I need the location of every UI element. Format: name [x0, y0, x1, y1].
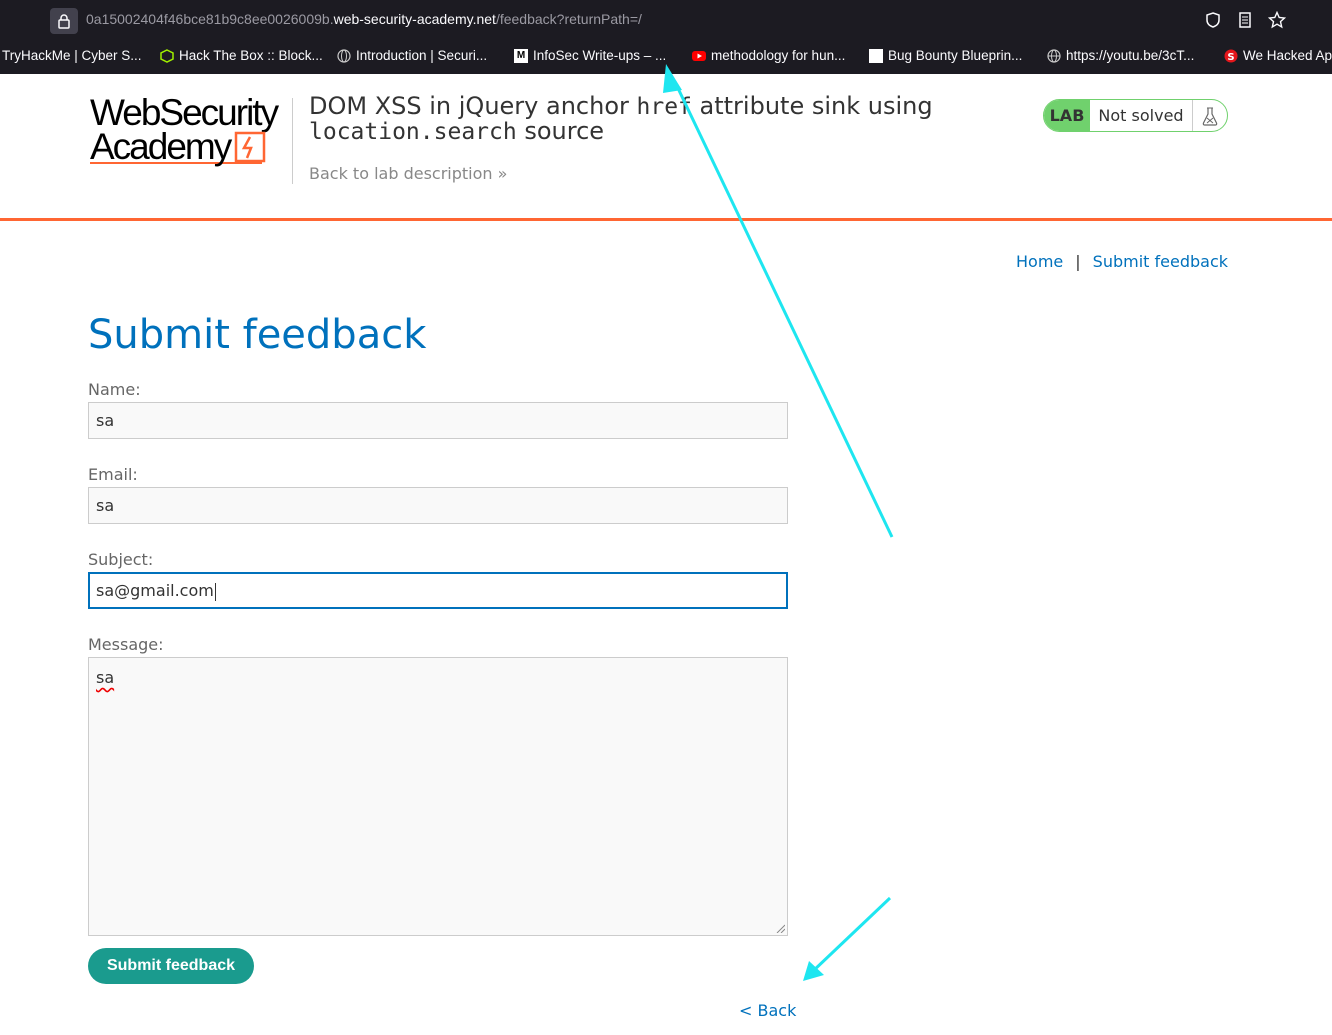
youtube-icon [692, 49, 706, 63]
text-caret [214, 582, 216, 601]
feedback-form: Name: sa Email: sa Subject: sa@gmail.com… [88, 380, 788, 936]
bookmark-youtube-link[interactable]: https://youtu.be/3cT... [1047, 48, 1194, 63]
htb-cube-icon [160, 48, 174, 63]
web-security-academy-logo[interactable]: WebSecurity Academy [90, 94, 290, 168]
lab-status-text: Not solved [1090, 100, 1193, 131]
bookmark-introduction[interactable]: Introduction | Securi... [337, 48, 487, 63]
back-to-lab-description-link[interactable]: Back to lab description » [309, 164, 507, 183]
globe-icon [1047, 48, 1061, 63]
bookmark-tryhackme[interactable]: TryHackMe | Cyber S... [2, 48, 142, 63]
nav-separator: | [1075, 252, 1081, 271]
subject-field[interactable]: sa@gmail.com [88, 572, 788, 609]
name-field[interactable]: sa [88, 402, 788, 439]
nav-home-link[interactable]: Home [1016, 252, 1063, 271]
academy-bolt-icon [234, 131, 266, 163]
bookmark-star-icon[interactable] [1267, 10, 1287, 29]
shield-icon[interactable] [1204, 11, 1222, 29]
bookmark-hackthebox[interactable]: Hack The Box :: Block... [160, 48, 323, 63]
flask-icon [1193, 100, 1227, 131]
bookmark-bug-bounty[interactable]: Bug Bounty Blueprin... [869, 48, 1022, 63]
email-label: Email: [88, 465, 138, 484]
lab-title: DOM XSS in jQuery anchor href attribute … [309, 92, 933, 145]
bookmark-we-hacked[interactable]: S We Hacked Ap [1224, 48, 1332, 63]
url-text[interactable]: 0a15002404f46bce81b9c8ee0026009b.web-sec… [86, 11, 642, 27]
browser-url-bar: 0a15002404f46bce81b9c8ee0026009b.web-sec… [0, 0, 1332, 42]
lock-icon[interactable] [50, 8, 78, 34]
annotation-arrow-to-back [803, 896, 892, 981]
subject-label: Subject: [88, 550, 154, 569]
site-header: WebSecurity Academy DOM XSS in jQuery an… [0, 74, 1332, 221]
red-logo-icon: S [1224, 49, 1238, 63]
page-title: Submit feedback [88, 312, 427, 358]
header-divider [292, 98, 293, 184]
resize-handle-icon[interactable] [775, 923, 785, 933]
url-actions [1204, 10, 1287, 29]
reader-view-icon[interactable] [1236, 11, 1254, 29]
submit-feedback-button[interactable]: Submit feedback [88, 948, 254, 984]
email-field[interactable]: sa [88, 487, 788, 524]
bookmark-methodology[interactable]: methodology for hun... [692, 48, 845, 63]
svg-text:S: S [1227, 52, 1234, 63]
bookmarks-bar: TryHackMe | Cyber S... Hack The Box :: B… [0, 42, 1332, 74]
page-icon [869, 48, 883, 63]
name-label: Name: [88, 380, 141, 399]
medium-icon: M [514, 48, 528, 63]
message-textarea[interactable]: sa [88, 657, 788, 936]
back-link[interactable]: < Back [739, 1001, 796, 1020]
top-nav: Home | Submit feedback [1016, 252, 1228, 271]
lab-label: LAB [1044, 100, 1090, 131]
globe-icon [337, 48, 351, 63]
nav-submit-feedback-link[interactable]: Submit feedback [1093, 252, 1228, 271]
message-label: Message: [88, 635, 164, 654]
double-chevron-right-icon: » [497, 164, 508, 183]
bookmark-infosec-writeups[interactable]: M InfoSec Write-ups – ... [514, 48, 666, 63]
lab-status-widget: LAB Not solved [1043, 99, 1228, 132]
